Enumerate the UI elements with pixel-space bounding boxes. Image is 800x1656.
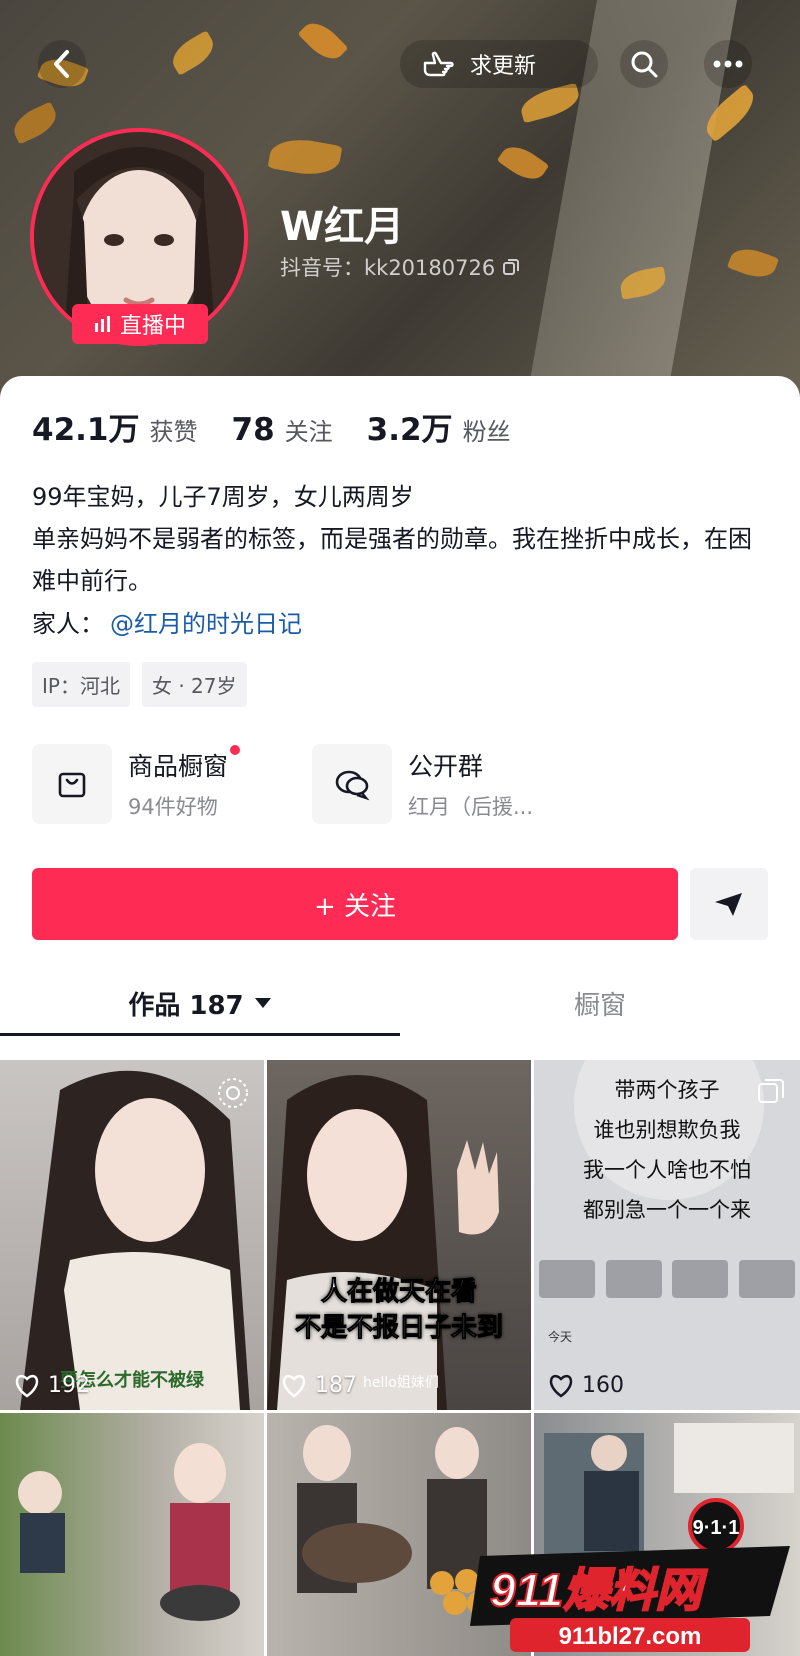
content-tabs: 作品 187 橱窗 [0, 970, 800, 1040]
post-card[interactable]: 带两个孩子 谁也别想欺负我 我一个人啥也不怕 都别急一个一个来 今天 160 [534, 1060, 800, 1410]
post-note: 带两个孩子 谁也别想欺负我 我一个人啥也不怕 都别急一个一个来 [534, 1070, 800, 1230]
share-button[interactable] [690, 868, 768, 940]
family-row: 家人： @红月的时光日记 [32, 604, 302, 639]
post-subtext: hello姐妹们 [363, 1375, 439, 1391]
heart-icon [15, 1374, 39, 1398]
public-group-shortcut[interactable]: 公开群 红月（后援... [312, 744, 533, 824]
stat-followers[interactable]: 3.2万 粉丝 [367, 404, 511, 449]
post-thumbnail [20, 1070, 250, 1410]
phone-action-row [534, 1260, 800, 1304]
bio-line: 99年宝妈，儿子7周岁，女儿两周岁 [32, 483, 414, 511]
tab-showcase[interactable]: 橱窗 [400, 970, 800, 1036]
request-update-button[interactable]: 求更新 [400, 40, 598, 88]
stat-value: 78 [231, 412, 275, 448]
site-watermark: 9·1·1 911爆料网 911bl27.com [470, 1498, 790, 1652]
live-ring-icon [218, 1078, 248, 1108]
request-update-label: 求更新 [470, 54, 537, 79]
bio-line: 单亲妈妈不是弱者的标签，而是强者的勋章。我在挫折中成长，在困难中前行。 [32, 525, 752, 595]
chevron-left-icon [54, 50, 69, 78]
live-bars-icon [94, 316, 110, 332]
post-caption: 人在做天在看 不是不报日子未到 [294, 1277, 503, 1344]
stat-label: 粉丝 [462, 418, 511, 446]
shop-window-shortcut[interactable]: 商品橱窗 94件好物 [32, 744, 241, 824]
bio: 99年宝妈，儿子7周岁，女儿两周岁 单亲妈妈不是弱者的标签，而是强者的勋章。我在… [32, 476, 772, 602]
copy-icon[interactable] [501, 257, 521, 277]
post-card[interactable] [0, 1413, 264, 1656]
shop-window-title: 商品橱窗 [128, 745, 241, 783]
note-line: 带两个孩子 [614, 1078, 720, 1102]
search-icon [631, 51, 658, 78]
back-button[interactable] [38, 40, 86, 88]
douyin-id: 抖音号：kk20180726 [280, 252, 521, 282]
post-likes: 187 [281, 1373, 357, 1398]
tab-works-label: 作品 187 [128, 990, 244, 1021]
post-card[interactable]: 要怎么才能不被绿 192 [0, 1060, 264, 1410]
ip-tag: IP：河北 [32, 662, 130, 707]
tags-row: IP：河北 女 · 27岁 [32, 662, 247, 707]
watermark-title: 911爆料网 [490, 1564, 707, 1616]
notification-dot [230, 745, 241, 755]
post-card[interactable]: 人在做天在看 不是不报日子未到 hello姐妹们 187 [267, 1060, 531, 1410]
note-line: 谁也别想欺负我 [593, 1118, 741, 1142]
caret-down-icon [254, 998, 271, 1008]
post-likes-count: 187 [315, 1373, 357, 1398]
family-label: 家人： [32, 610, 104, 638]
watermark-domain: 911bl27.com [559, 1623, 702, 1650]
watermark-badge: 9·1·1 [693, 1517, 740, 1539]
hand-pointer-icon [423, 51, 454, 77]
gender-age-tag: 女 · 27岁 [141, 662, 247, 707]
post-likes-count: 160 [582, 1373, 624, 1398]
tab-underline [0, 1033, 400, 1036]
post-likes: 192 [14, 1373, 90, 1398]
note-line: 我一个人啥也不怕 [583, 1158, 751, 1182]
live-label: 直播中 [119, 314, 186, 339]
stat-value: 42.1万 [32, 412, 140, 448]
post-likes: 160 [548, 1373, 624, 1398]
shop-bag-icon [32, 744, 112, 824]
post-likes-count: 192 [48, 1373, 90, 1398]
post-thumbnail [18, 1443, 240, 1621]
send-icon [715, 893, 742, 916]
family-link[interactable]: @红月的时光日记 [110, 610, 302, 638]
heart-icon [549, 1374, 573, 1398]
tab-works[interactable]: 作品 187 [0, 970, 400, 1036]
stat-value: 3.2万 [366, 412, 453, 448]
follow-button[interactable]: + 关注 [32, 868, 678, 940]
more-button[interactable] [704, 40, 752, 88]
stat-following[interactable]: 78 关注 [232, 412, 333, 448]
more-dots-icon [713, 60, 743, 68]
stats-row: 42.1万 获赞 78 关注 3.2万 粉丝 [32, 404, 511, 449]
douyin-id-text: 抖音号：kk20180726 [280, 256, 496, 280]
shop-window-subtitle: 94件好物 [128, 795, 218, 819]
stat-label: 关注 [284, 418, 333, 446]
public-group-title: 公开群 [408, 752, 484, 781]
public-group-subtitle: 红月（后援... [408, 795, 534, 819]
stat-label: 获赞 [149, 418, 198, 446]
note-line: 都别急一个一个来 [583, 1198, 751, 1222]
leaf-decoration [496, 139, 550, 187]
post-note-footer: 今天 [548, 1330, 573, 1344]
top-bar: 求更新 [0, 40, 800, 90]
stat-likes[interactable]: 42.1万 获赞 [32, 404, 198, 449]
post-thumbnail [267, 1075, 499, 1410]
heart-icon [282, 1374, 306, 1398]
leaf-decoration [726, 242, 780, 284]
live-badge[interactable]: 直播中 [72, 304, 208, 344]
username: W红月 [280, 204, 405, 250]
chat-bubbles-icon [312, 744, 392, 824]
leaf-decoration [267, 134, 343, 180]
search-button[interactable] [620, 40, 668, 88]
